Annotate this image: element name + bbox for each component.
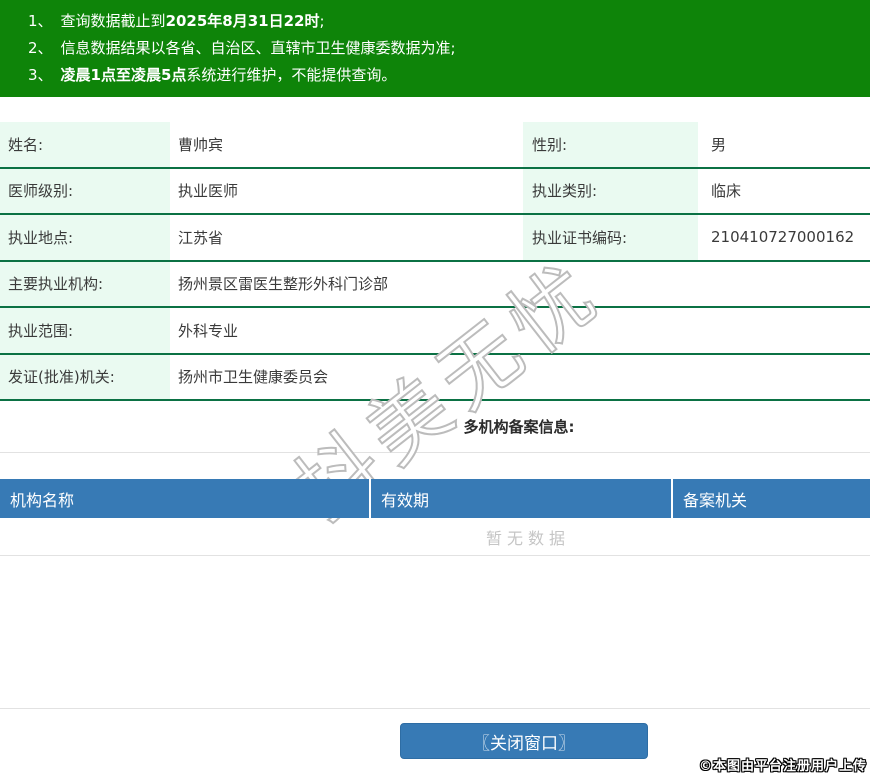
table-row: 发证(批准)机关: 扬州市卫生健康委员会	[0, 354, 870, 401]
notice-text: 信息数据结果以各省、自治区、直辖市卫生健康委数据为准;	[60, 39, 456, 57]
notice-text: 查询数据截止到	[60, 12, 166, 30]
field-value-practice-category: 临床	[711, 182, 742, 201]
field-label-practice-scope: 执业范围:	[0, 308, 170, 353]
field-value-name: 曹帅宾	[178, 135, 224, 154]
table-row: 医师级别: 执业医师 执业类别: 临床	[0, 168, 870, 215]
field-label-certificate-number: 执业证书编码:	[523, 215, 698, 260]
table-row: 执业范围: 外科专业	[0, 308, 870, 355]
notice-line-2: 2、 信息数据结果以各省、自治区、直辖市卫生健康委数据为准;	[28, 35, 860, 62]
notice-number-1: 1、	[28, 12, 53, 30]
column-header-filing-authority: 备案机关	[683, 490, 748, 510]
practitioner-info-table: 姓名: 曹帅宾 性别: 男 医师级别: 执业医师 执业类别: 临床 执业地点: …	[0, 122, 870, 401]
notice-line-3: 3、 凌晨1点至凌晨5点系统进行维护，不能提供查询。	[28, 62, 860, 89]
field-value-issuing-authority: 扬州市卫生健康委员会	[178, 368, 329, 387]
upload-watermark: ©本图由平台注册用户上传	[698, 759, 867, 774]
field-value-practice-scope: 外科专业	[178, 321, 239, 340]
field-value-practice-location: 江苏省	[178, 228, 224, 247]
table-row: 执业地点: 江苏省 执业证书编码: 210410727000162	[0, 215, 870, 262]
field-label-gender: 性别:	[523, 122, 698, 167]
license-query-result-page: 1、 查询数据截止到2025年8月31日22时; 2、 信息数据结果以各省、自治区、…	[0, 0, 870, 777]
table-row: 主要执业机构: 扬州景区雷医生整形外科门诊部	[0, 261, 870, 308]
notice-number-3: 3、	[28, 66, 53, 84]
field-label-practice-location: 执业地点:	[0, 215, 170, 260]
empty-data-text: 暂无数据	[0, 518, 870, 556]
column-header-validity: 有效期	[371, 479, 673, 518]
notice-line-1: 1、 查询数据截止到2025年8月31日22时;	[28, 8, 860, 35]
notice-text: ;	[319, 12, 325, 30]
multi-org-section-title: 多机构备案信息:	[463, 418, 575, 436]
multi-org-section: 多机构备案信息:	[0, 401, 870, 453]
field-label-name: 姓名:	[0, 122, 170, 167]
notice-number-2: 2、	[28, 39, 53, 57]
field-value-gender: 男	[711, 135, 727, 154]
field-value-main-institution: 扬州景区雷医生整形外科门诊部	[178, 275, 389, 294]
field-label-practice-category: 执业类别:	[523, 168, 698, 213]
field-label-main-institution: 主要执业机构:	[0, 261, 170, 306]
multi-org-table-header: 机构名称 有效期 备案机关	[0, 479, 870, 518]
notice-text-bold: 2025年8月31日22时	[165, 12, 320, 30]
button-row: 〖关闭窗口〗	[0, 709, 870, 759]
table-row: 姓名: 曹帅宾 性别: 男	[0, 122, 870, 169]
notice-text: 系统进行维护，不能提供查询。	[186, 66, 397, 84]
field-label-doctor-level: 医师级别:	[0, 168, 170, 213]
notice-banner: 1、 查询数据截止到2025年8月31日22时; 2、 信息数据结果以各省、自治区、…	[0, 0, 870, 97]
field-value-certificate-number: 210410727000162	[711, 228, 855, 247]
notice-text-bold: 凌晨1点至凌晨5点	[60, 66, 187, 84]
field-label-issuing-authority: 发证(批准)机关:	[0, 354, 170, 399]
close-window-button[interactable]: 〖关闭窗口〗	[400, 723, 648, 759]
column-header-org-name: 机构名称	[0, 479, 371, 518]
field-value-doctor-level: 执业医师	[178, 182, 239, 201]
